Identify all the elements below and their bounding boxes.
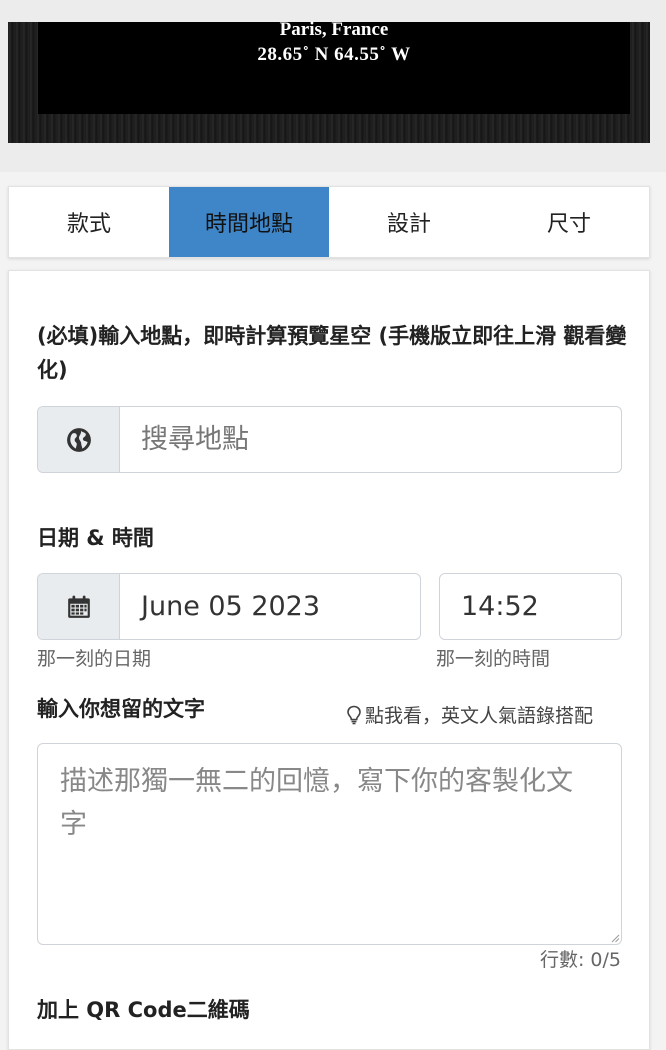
date-addon bbox=[38, 574, 120, 639]
tab-size[interactable]: 尺寸 bbox=[489, 187, 649, 257]
preview-place-text: Paris, France bbox=[279, 19, 389, 40]
poster-canvas: Paris, France 28.65˚ N 64.55˚ W bbox=[38, 19, 630, 114]
custom-text-input[interactable] bbox=[37, 743, 622, 945]
quote-hint-text: 點我看，英文人氣語錄搭配 bbox=[365, 705, 594, 727]
line-count: 行數: 0/5 bbox=[539, 949, 621, 971]
tab-bar: 款式 時間地點 設計 尺寸 bbox=[8, 186, 650, 258]
custom-text-label: 輸入你想留的文字 bbox=[37, 697, 205, 721]
calendar-icon bbox=[67, 595, 90, 618]
qr-code-label: 加上 QR Code二維碼 bbox=[37, 998, 250, 1022]
time-input[interactable]: 14:52 bbox=[440, 574, 621, 639]
date-input-group: June 05 2023 bbox=[37, 573, 421, 640]
tab-style[interactable]: 款式 bbox=[9, 187, 169, 257]
star-map-preview: Paris, France 28.65˚ N 64.55˚ W bbox=[0, 0, 666, 172]
resize-handle-icon[interactable] bbox=[610, 933, 620, 943]
date-help-text: 那一刻的日期 bbox=[37, 648, 152, 670]
location-input-group bbox=[37, 406, 622, 473]
quote-hint-link[interactable]: 點我看，英文人氣語錄搭配 bbox=[346, 701, 593, 728]
lightbulb-icon bbox=[347, 705, 361, 724]
poster-frame: Paris, France 28.65˚ N 64.55˚ W bbox=[8, 19, 650, 143]
globe-icon bbox=[66, 427, 91, 452]
location-search-input[interactable] bbox=[120, 407, 621, 472]
location-addon bbox=[38, 407, 120, 472]
datetime-label: 日期 & 時間 bbox=[37, 526, 154, 550]
tab-design[interactable]: 設計 bbox=[329, 187, 489, 257]
date-input[interactable]: June 05 2023 bbox=[120, 574, 420, 639]
preview-coordinates: 28.65˚ N 64.55˚ W bbox=[257, 44, 411, 65]
time-help-text: 那一刻的時間 bbox=[436, 648, 551, 670]
time-input-group: 14:52 bbox=[439, 573, 622, 640]
location-label: (必填)輸入地點，即時計算預覽星空 (手機版立即往上滑 觀看變化) bbox=[37, 324, 627, 382]
form-panel: (必填)輸入地點，即時計算預覽星空 (手機版立即往上滑 觀看變化) 日期 & 時… bbox=[8, 270, 650, 1050]
tab-time-location[interactable]: 時間地點 bbox=[169, 187, 329, 257]
